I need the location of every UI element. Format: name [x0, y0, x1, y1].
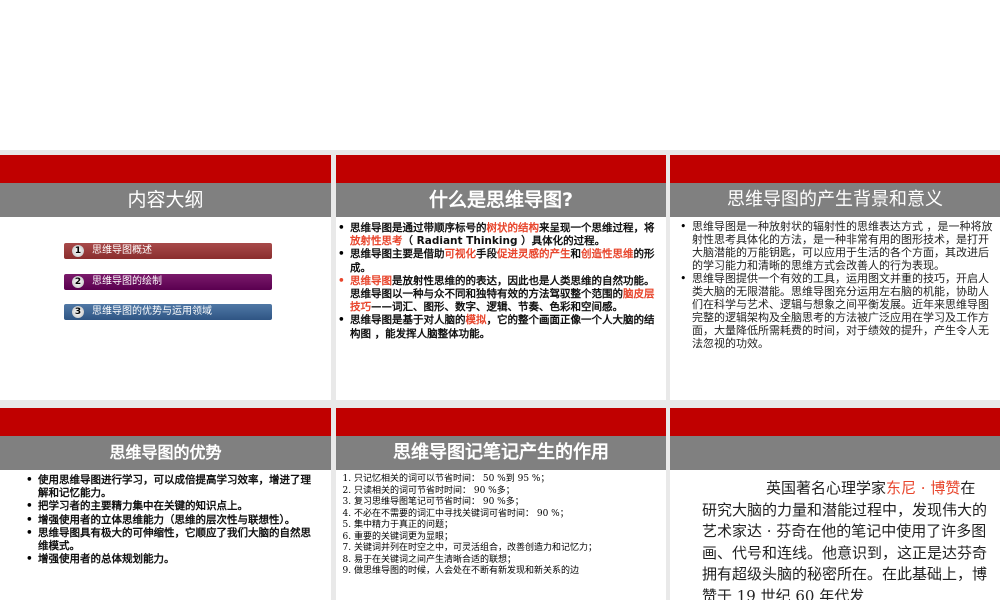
highlighted-text: 放射性思考 [350, 235, 403, 248]
slide-body: 使用思维导图进行学习，可以成倍提高学习效率，增进了理解和记忆能力。把学习者的主要… [0, 470, 331, 600]
slide-title: 什么是思维导图? [336, 183, 666, 217]
text-segment: 手段 [476, 248, 497, 261]
slide-thumbnail-1[interactable]: 内容大纲 1 思维导图概述 2 思维导图的绘制 3 思维导图的优势与运用领域 [0, 155, 331, 400]
outline-label: 思维导图的绘制 [92, 276, 162, 287]
red-band [336, 155, 666, 183]
slide-thumbnail-4[interactable]: 思维导图的优势 使用思维导图进行学习，可以成倍提高学习效率，增进了理解和记忆能力… [0, 408, 331, 600]
number-badge: 2 [72, 276, 84, 288]
bullet-item: 思维导图提供一个有效的工具，运用图文并重的技巧，开启人类大脑的无限潜能。思维导图… [678, 272, 996, 350]
text-segment: 英国著名心理学家 [766, 479, 887, 497]
highlighted-text: 可视化 [444, 248, 477, 261]
numbered-item: 重要的关键词更为显眼； [354, 532, 656, 544]
red-band [0, 155, 331, 183]
text-segment: 思维导图是基于对人脑的 [350, 314, 466, 327]
highlighted-text: 创造性思维 [581, 248, 634, 261]
bullet-item: 思维导图具有极大的可伸缩性，它顺应了我们大脑的自然思维模式。 [24, 527, 321, 553]
slide-body: 只记忆相关的词可以节省时间： 50 %到 95 %；只读相关的词可节省时时间： … [336, 470, 666, 600]
numbered-item: 只读相关的词可节省时时间： 90 %多； [354, 486, 656, 498]
numbered-item: 只记忆相关的词可以节省时间： 50 %到 95 %； [354, 474, 656, 486]
bullet-list: 使用思维导图进行学习，可以成倍提高学习效率，增进了理解和记忆能力。把学习者的主要… [24, 474, 321, 567]
slide-body: 1 思维导图概述 2 思维导图的绘制 3 思维导图的优势与运用领域 [0, 217, 331, 400]
numbered-item: 集中精力于真正的问题； [354, 520, 656, 532]
numbered-item: 做思维导图的时候，人会处在不断有新发现和新关系的边 [354, 566, 656, 578]
body-paragraph: 英国著名心理学家东尼 · 博赞在研究大脑的力量和潜能过程中，发现伟大的艺术家达 … [702, 478, 988, 600]
outline-label: 思维导图概述 [92, 245, 152, 256]
text-segment: ——词汇、图形、数字、逻辑、节奏、色彩和空间感。 [371, 301, 623, 314]
text-segment: （ Radiant Thinking ）具体化的过程。 [402, 235, 606, 248]
bullet-item: 把学习者的主要精力集中在关键的知识点上。 [24, 500, 321, 513]
red-band [336, 408, 666, 436]
bullet-item: 思维导图是一种放射状的辐射性的思维表达方式 ，是一种将放射性思考具体化的方法，是… [678, 220, 996, 272]
bullet-list: 思维导图是一种放射状的辐射性的思维表达方式 ，是一种将放射性思考具体化的方法，是… [678, 220, 996, 350]
bullet-item: 思维导图是放射性思维的的表达，因此也是人类思维的自然功能。思维导图以一种与众不同… [336, 275, 660, 315]
text-segment: 是放射性思维的的表达，因此也是人类思维的自然功能。思维导图以一种与众不同和独特有… [350, 274, 655, 301]
red-band [670, 408, 1000, 436]
bullet-item: 思维导图主要是借助可视化手段促进灵感的产生和创造性思维的形成。 [336, 248, 660, 274]
numbered-item: 复习思维导图笔记可节省时间： 90 %多； [354, 497, 656, 509]
text-segment: 来呈现一个思维过程，将 [539, 222, 655, 234]
slide-thumbnail-2[interactable]: 什么是思维导图? 思维导图是通过带顺序标号的树状的结构来呈现一个思维过程，将放射… [336, 155, 666, 400]
bullet-item: 增强使用者的总体规划能力。 [24, 553, 321, 566]
slide-title: 思维导图的优势 [0, 436, 331, 470]
number-badge: 3 [72, 306, 84, 318]
outline-item-1: 1 思维导图概述 [64, 243, 272, 259]
numbered-item: 关键词并列在时空之中，可灵活组合，改善创造力和记忆力； [354, 543, 656, 555]
bullet-item: 增强使用者的立体思维能力（思维的层次性与联想性）。 [24, 514, 321, 527]
red-band [670, 155, 1000, 183]
outline-item-2: 2 思维导图的绘制 [64, 274, 272, 290]
numbered-item: 易于在关键词之间产生清晰合适的联想； [354, 555, 656, 567]
slide-body: 思维导图是一种放射状的辐射性的思维表达方式 ，是一种将放射性思考具体化的方法，是… [670, 217, 1000, 400]
slide-body: 思维导图是通过带顺序标号的树状的结构来呈现一个思维过程，将放射性思考（ Radi… [336, 217, 666, 400]
text-segment: 增强使用者的总体规划能力。 [38, 553, 175, 566]
slide-title: 思维导图记笔记产生的作用 [336, 436, 666, 470]
bullet-list: 思维导图是通过带顺序标号的树状的结构来呈现一个思维过程，将放射性思考（ Radi… [336, 222, 660, 341]
text-segment: 和 [570, 248, 582, 261]
text-segment: 思维导图是一种放射状的辐射性的思维表达方式 ，是一种将放射性思考具体化的方法，是… [692, 220, 993, 272]
highlighted-text: 思维导图 [350, 274, 392, 287]
slide-thumbnail-3[interactable]: 思维导图的产生背景和意义 思维导图是一种放射状的辐射性的思维表达方式 ，是一种将… [670, 155, 1000, 400]
text-segment: 思维导图提供一个有效的工具，运用图文并重的技巧，开启人类大脑的无限潜能。思维导图… [692, 272, 989, 350]
number-badge: 1 [72, 245, 84, 257]
text-segment: 使用思维导图进行学习，可以成倍提高学习效率，增进了理解和记忆能力。 [38, 474, 311, 500]
text-segment: 思维导图是通过带顺序标号的 [350, 222, 487, 234]
slide-body: 英国著名心理学家东尼 · 博赞在研究大脑的力量和潜能过程中，发现伟大的艺术家达 … [670, 470, 1000, 600]
text-segment: 增强使用者的立体思维能力（思维的层次性与联想性）。 [38, 513, 296, 526]
bullet-item: 思维导图是通过带顺序标号的树状的结构来呈现一个思维过程，将放射性思考（ Radi… [336, 222, 660, 248]
highlighted-text: 模拟 [465, 314, 487, 327]
highlighted-text: 树状的结构 [486, 222, 540, 234]
slide-title: 思维导图的产生背景和意义 [670, 183, 1000, 217]
blank-area [0, 0, 1000, 150]
outline-item-3: 3 思维导图的优势与运用领域 [64, 304, 272, 320]
red-band [0, 408, 331, 436]
bullet-item: 思维导图是基于对人脑的模拟，它的整个画面正像一个人大脑的结构图 ，能发挥人脑整体… [336, 314, 660, 340]
slide-thumbnail-6[interactable]: 英国著名心理学家东尼 · 博赞在研究大脑的力量和潜能过程中，发现伟大的艺术家达 … [670, 408, 1000, 600]
text-segment: 思维导图具有极大的可伸缩性，它顺应了我们大脑的自然思维模式。 [38, 526, 311, 553]
numbered-item: 不必在不需要的词汇中寻找关键词可省时间： 90 %； [354, 509, 656, 521]
bullet-item: 使用思维导图进行学习，可以成倍提高学习效率，增进了理解和记忆能力。 [24, 474, 321, 500]
text-segment: 思维导图主要是借助 [350, 248, 445, 261]
outline-label: 思维导图的优势与运用领域 [92, 306, 212, 317]
slide-title [670, 436, 1000, 470]
slide-thumbnail-5[interactable]: 思维导图记笔记产生的作用 只记忆相关的词可以节省时间： 50 %到 95 %；只… [336, 408, 666, 600]
highlighted-text: 促进灵感的产生 [497, 248, 571, 261]
text-segment: 在研究大脑的力量和潜能过程中，发现伟大的艺术家达 · 芬奇在他的笔记中使用了许多… [702, 479, 988, 600]
highlighted-text: 东尼 · 博赞 [886, 479, 961, 497]
text-segment: 把学习者的主要精力集中在关键的知识点上。 [38, 500, 248, 513]
numbered-list: 只记忆相关的词可以节省时间： 50 %到 95 %；只读相关的词可节省时时间： … [336, 474, 656, 578]
slide-title: 内容大纲 [0, 183, 331, 217]
